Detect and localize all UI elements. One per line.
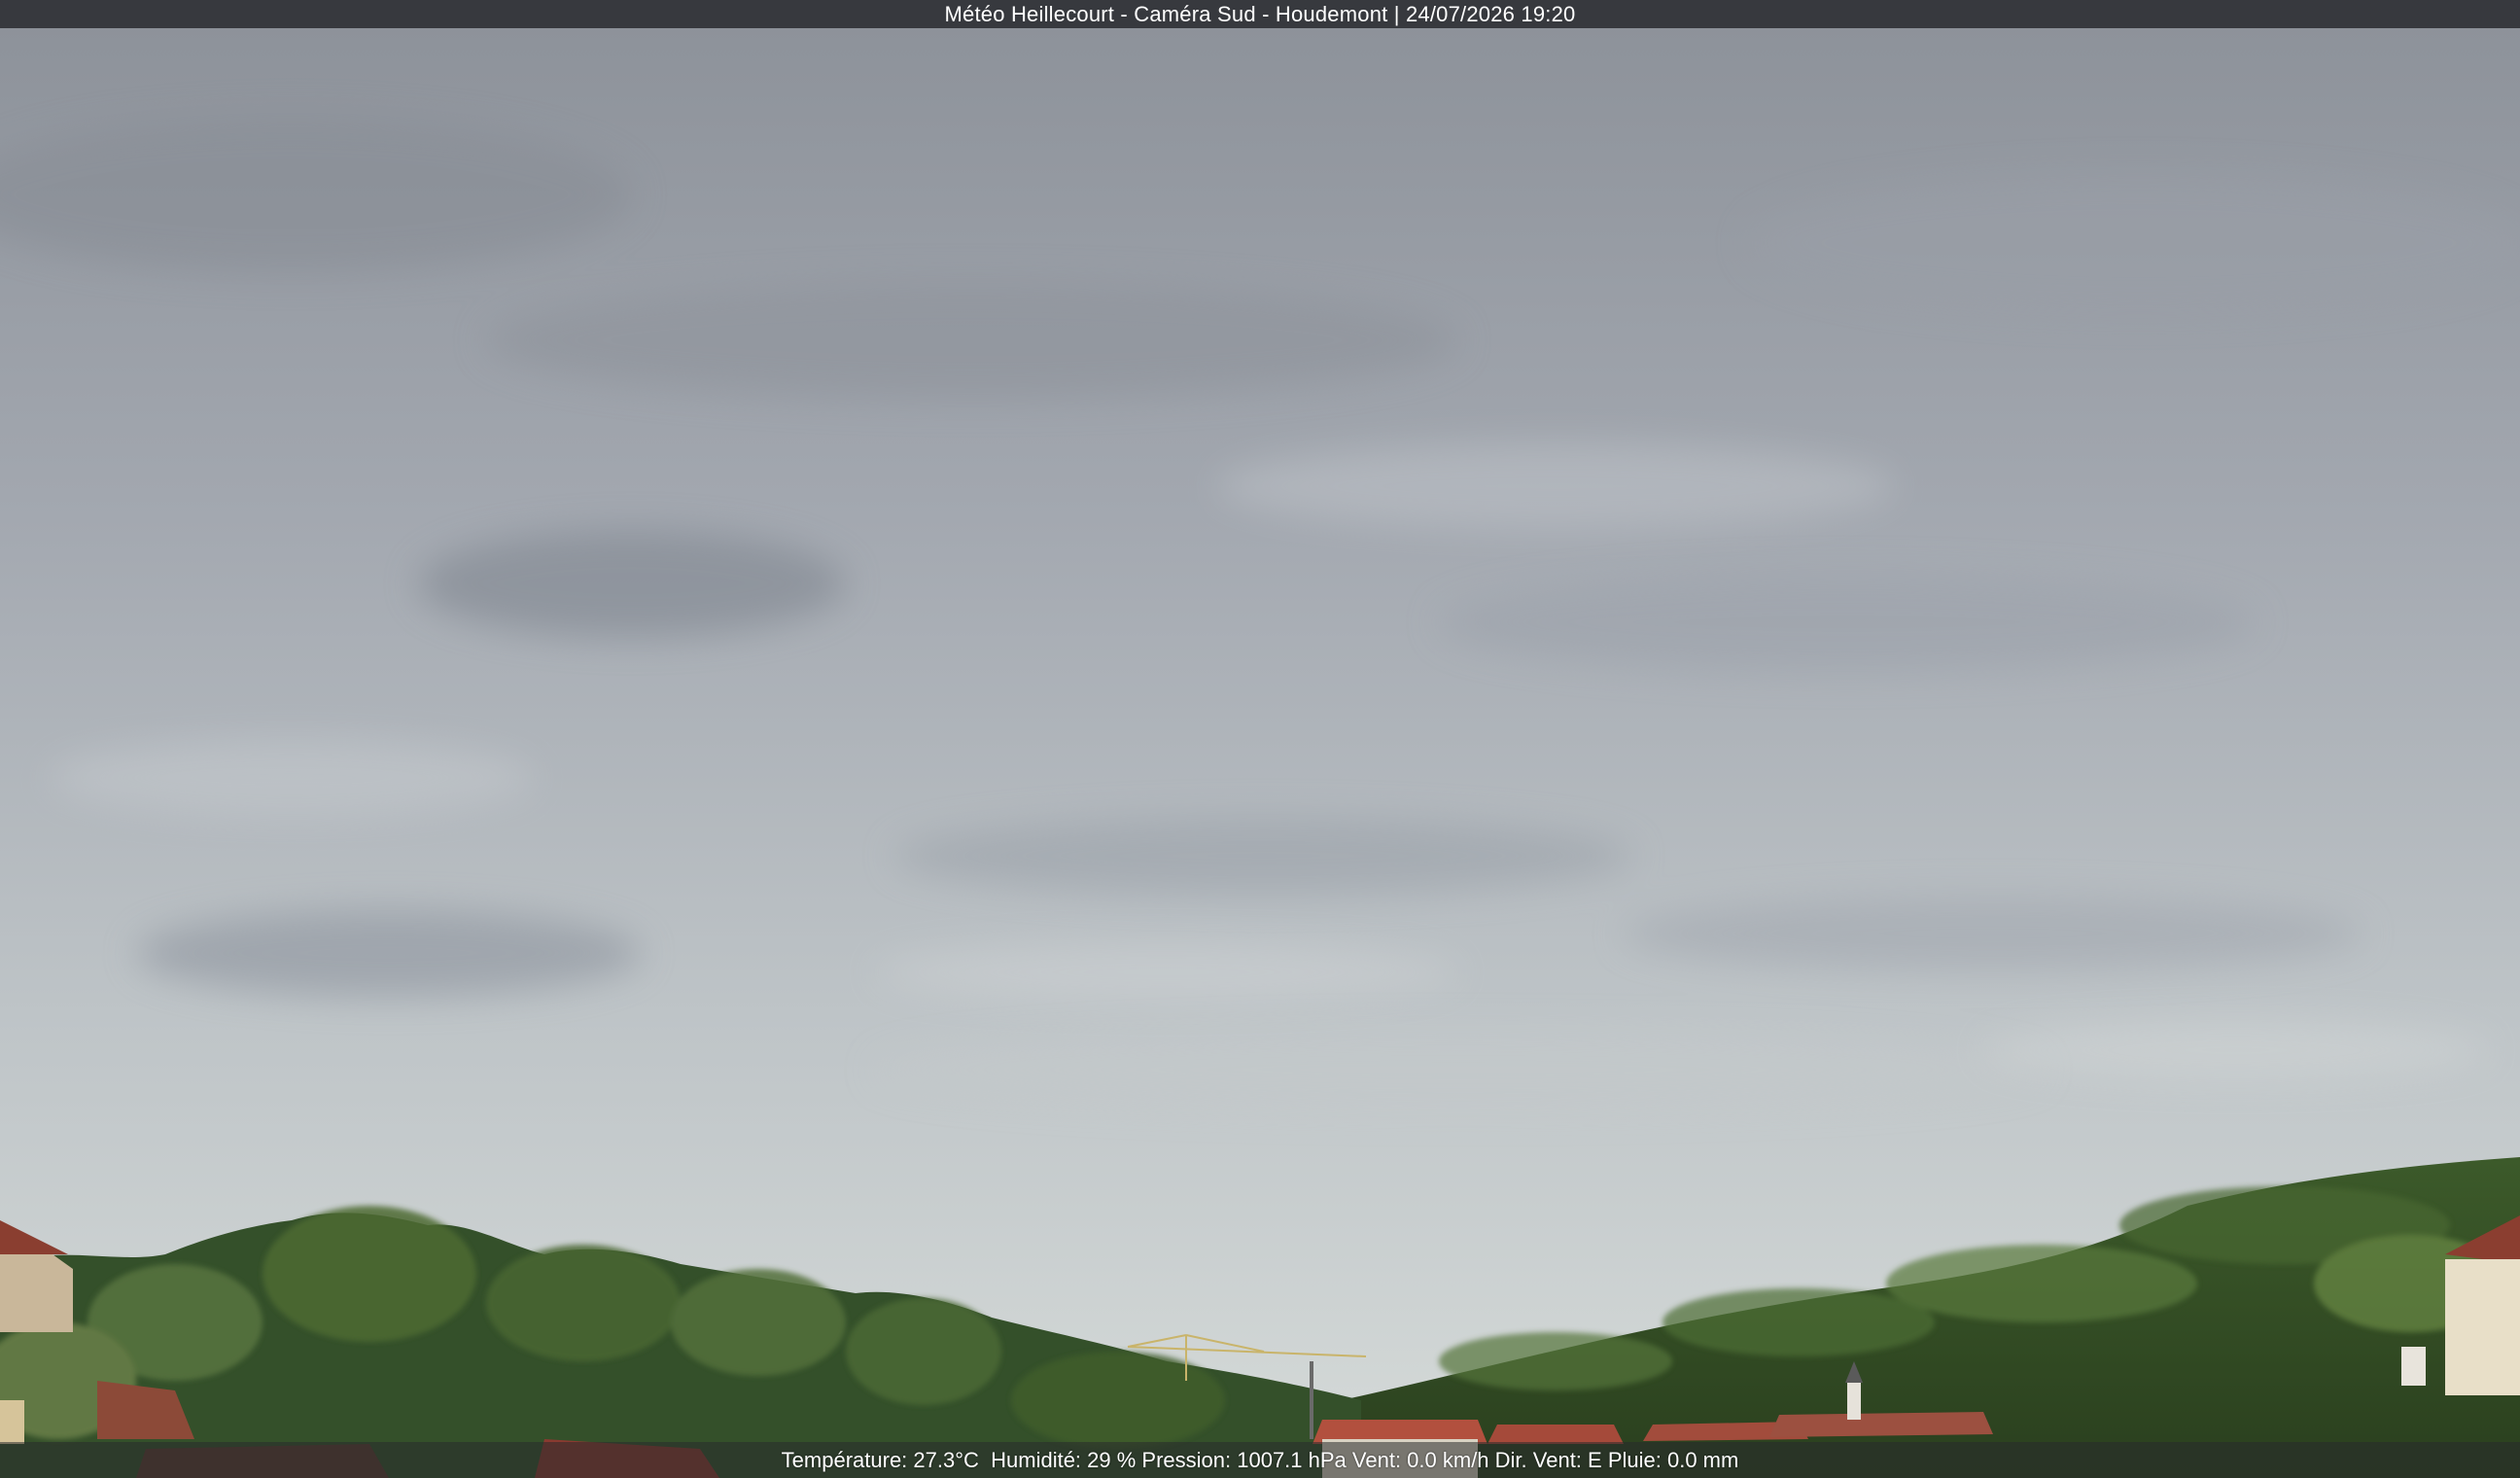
wind-direction-readout: Dir. Vent: E [1494,1447,1608,1472]
webcam-title: Météo Heillecourt - Caméra Sud - Houdemo… [944,1,1576,26]
temperature-readout: Température: 27.3°C [781,1447,986,1472]
webcam-title-bar: Météo Heillecourt - Caméra Sud - Houdemo… [0,0,2520,28]
pressure-readout: Pression: 1007.1 hPa [1141,1447,1352,1472]
humidity-readout: Humidité: 29 % [985,1447,1142,1472]
antenna-tower [1310,1361,1313,1439]
webcam-frame: Météo Heillecourt - Caméra Sud - Houdemo… [0,0,2520,1478]
wind-speed-readout: Vent: 0.0 km/h [1351,1447,1495,1472]
weather-info-bar: Température: 27.3°C Humidité: 29 % Press… [0,1442,2520,1478]
webcam-image [0,0,2520,1478]
rain-readout: Pluie: 0.0 mm [1607,1447,1739,1472]
